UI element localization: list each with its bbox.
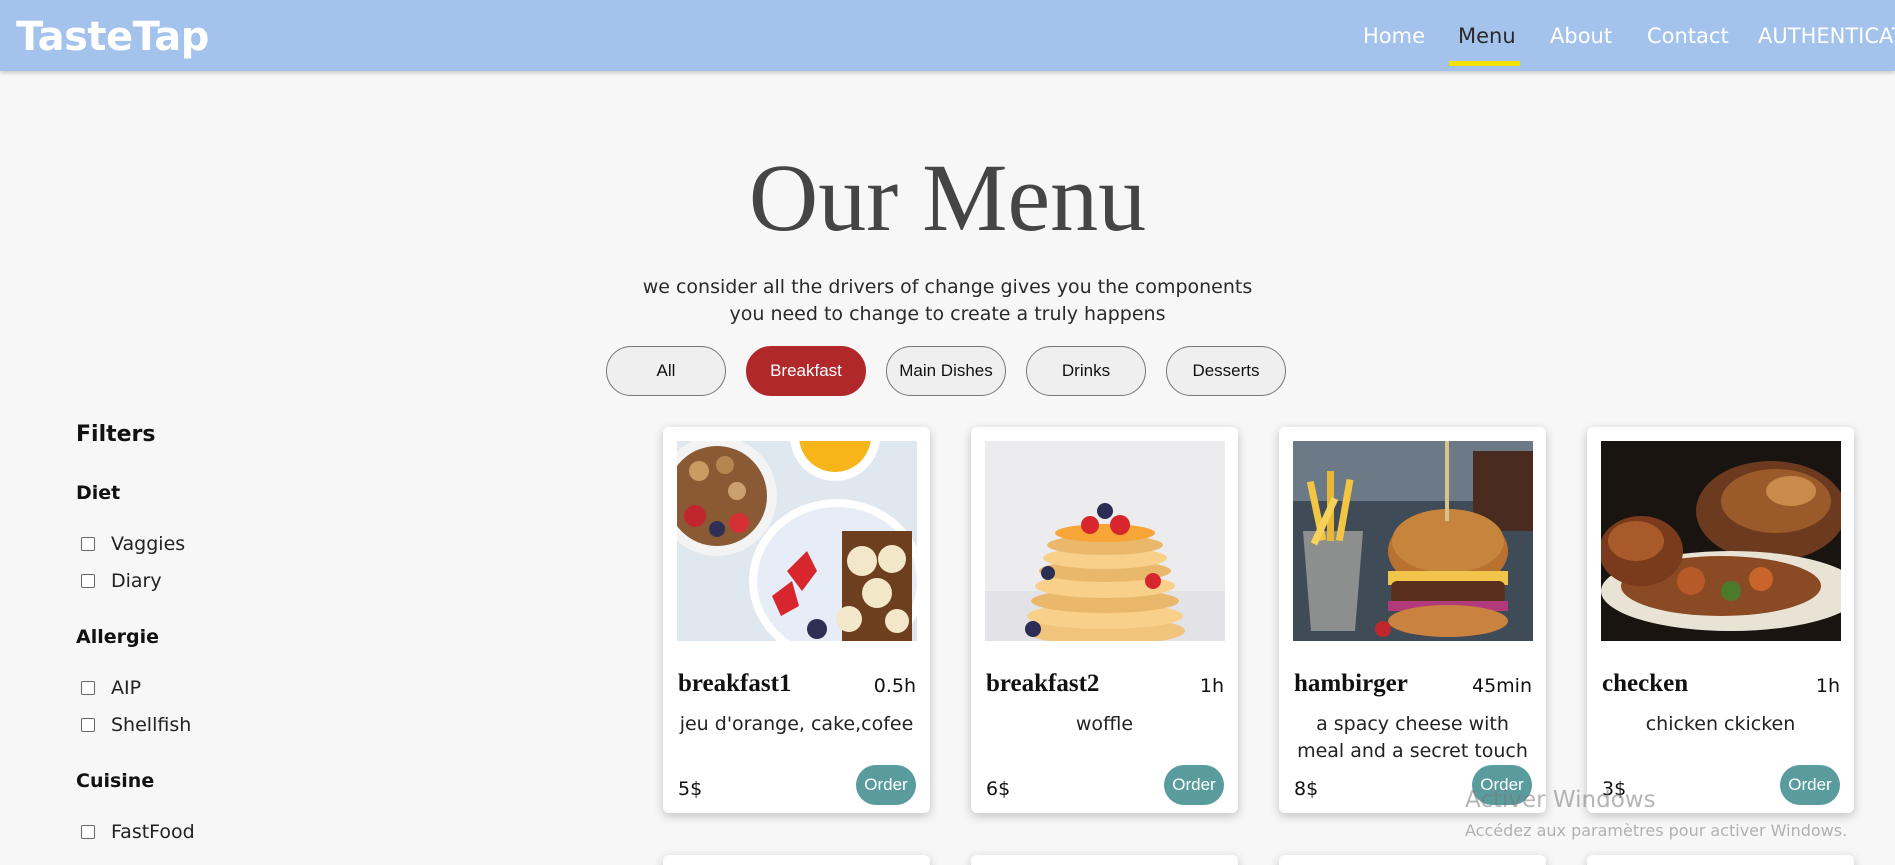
checkbox[interactable] <box>81 537 95 551</box>
menu-card-partial[interactable] <box>1279 855 1546 865</box>
nav-about[interactable]: About <box>1550 24 1612 48</box>
site-logo[interactable]: TasteTap <box>16 14 209 60</box>
subtitle-line-2: you need to change to create a truly hap… <box>729 303 1166 325</box>
nav-authenticate[interactable]: AUTHENTICATE <box>1758 24 1895 48</box>
dish-description: a spacy cheese with meal and a secret to… <box>1297 713 1528 762</box>
windows-activation-subtitle: Accédez aux paramètres pour activer Wind… <box>1465 821 1848 840</box>
prep-time: 1h <box>1199 675 1224 697</box>
menu-card-partial[interactable] <box>1587 855 1854 865</box>
dish-name: breakfast1 <box>678 670 792 697</box>
checkbox[interactable] <box>81 681 95 695</box>
filter-option-shellfish[interactable]: Shellfish <box>81 714 191 736</box>
order-button[interactable]: Order <box>1780 765 1840 805</box>
nav-contact[interactable]: Contact <box>1647 24 1729 48</box>
category-all-button[interactable]: All <box>606 346 726 396</box>
category-drinks-button[interactable]: Drinks <box>1026 346 1146 396</box>
pancake-stack-image <box>985 441 1225 641</box>
menu-card[interactable]: breakfast1 0.5h jeu d'orange, cake,cofee… <box>663 427 930 813</box>
filter-option-label: Shellfish <box>111 714 192 736</box>
page-title: Our Menu <box>748 144 1147 251</box>
dish-description: woffle <box>1075 713 1134 735</box>
subtitle-line-1: we consider all the drivers of change gi… <box>642 276 1253 298</box>
dish-name: breakfast2 <box>986 670 1100 697</box>
order-button[interactable]: Order <box>856 765 916 805</box>
category-main-dishes-button[interactable]: Main Dishes <box>886 346 1006 396</box>
dish-price: 5$ <box>678 778 703 800</box>
filter-option-diary[interactable]: Diary <box>81 570 162 592</box>
category-tabs: All Breakfast Main Dishes Drinks Dessert… <box>606 346 1286 396</box>
dish-name: hambirger <box>1294 670 1408 697</box>
dish-name: checken <box>1602 670 1689 697</box>
menu-card[interactable]: hambirger 45min a spacy cheese with meal… <box>1279 427 1546 813</box>
dish-price: 8$ <box>1294 778 1319 800</box>
roast-chicken-image <box>1601 441 1841 641</box>
menu-card-partial[interactable] <box>663 855 930 865</box>
dish-description: chicken ckicken <box>1645 713 1796 735</box>
top-navbar: TasteTap Home Menu About Contact AUTHENT… <box>0 0 1895 71</box>
prep-time: 0.5h <box>873 675 916 697</box>
filter-group-diet: Diet <box>76 482 121 504</box>
filter-option-aip[interactable]: AIP <box>81 677 141 699</box>
category-breakfast-button[interactable]: Breakfast <box>746 346 866 396</box>
page-subtitle: we consider all the drivers of change gi… <box>0 274 1895 328</box>
menu-card[interactable]: checken 1h chicken ckicken 3$ Order <box>1587 427 1854 813</box>
prep-time: 1h <box>1815 675 1840 697</box>
nav-active-indicator <box>1449 61 1520 66</box>
filter-group-allergie: Allergie <box>76 626 159 648</box>
menu-card[interactable]: breakfast2 1h woffle 6$ Order <box>971 427 1238 813</box>
filters-title: Filters <box>76 422 156 447</box>
dish-description: jeu d'orange, cake,cofee <box>679 713 914 735</box>
filter-option-label: AIP <box>111 677 142 699</box>
windows-activation-title: Activer Windows <box>1465 787 1656 813</box>
menu-card-partial[interactable] <box>971 855 1238 865</box>
prep-time: 45min <box>1471 675 1532 697</box>
checkbox[interactable] <box>81 825 95 839</box>
filter-option-label: Diary <box>111 570 162 592</box>
checkbox[interactable] <box>81 574 95 588</box>
category-desserts-button[interactable]: Desserts <box>1166 346 1286 396</box>
nav-menu[interactable]: Menu <box>1458 24 1516 48</box>
dish-price: 6$ <box>986 778 1011 800</box>
filter-option-fastfood[interactable]: FastFood <box>81 821 195 843</box>
nav-home[interactable]: Home <box>1363 24 1425 48</box>
breakfast-bowl-image <box>677 441 917 641</box>
burger-fries-image <box>1293 441 1533 641</box>
filter-option-label: Vaggies <box>111 533 186 555</box>
filter-group-cuisine: Cuisine <box>76 770 155 792</box>
filter-option-vaggies[interactable]: Vaggies <box>81 533 185 555</box>
filter-option-label: FastFood <box>111 821 195 843</box>
checkbox[interactable] <box>81 718 95 732</box>
order-button[interactable]: Order <box>1164 765 1224 805</box>
